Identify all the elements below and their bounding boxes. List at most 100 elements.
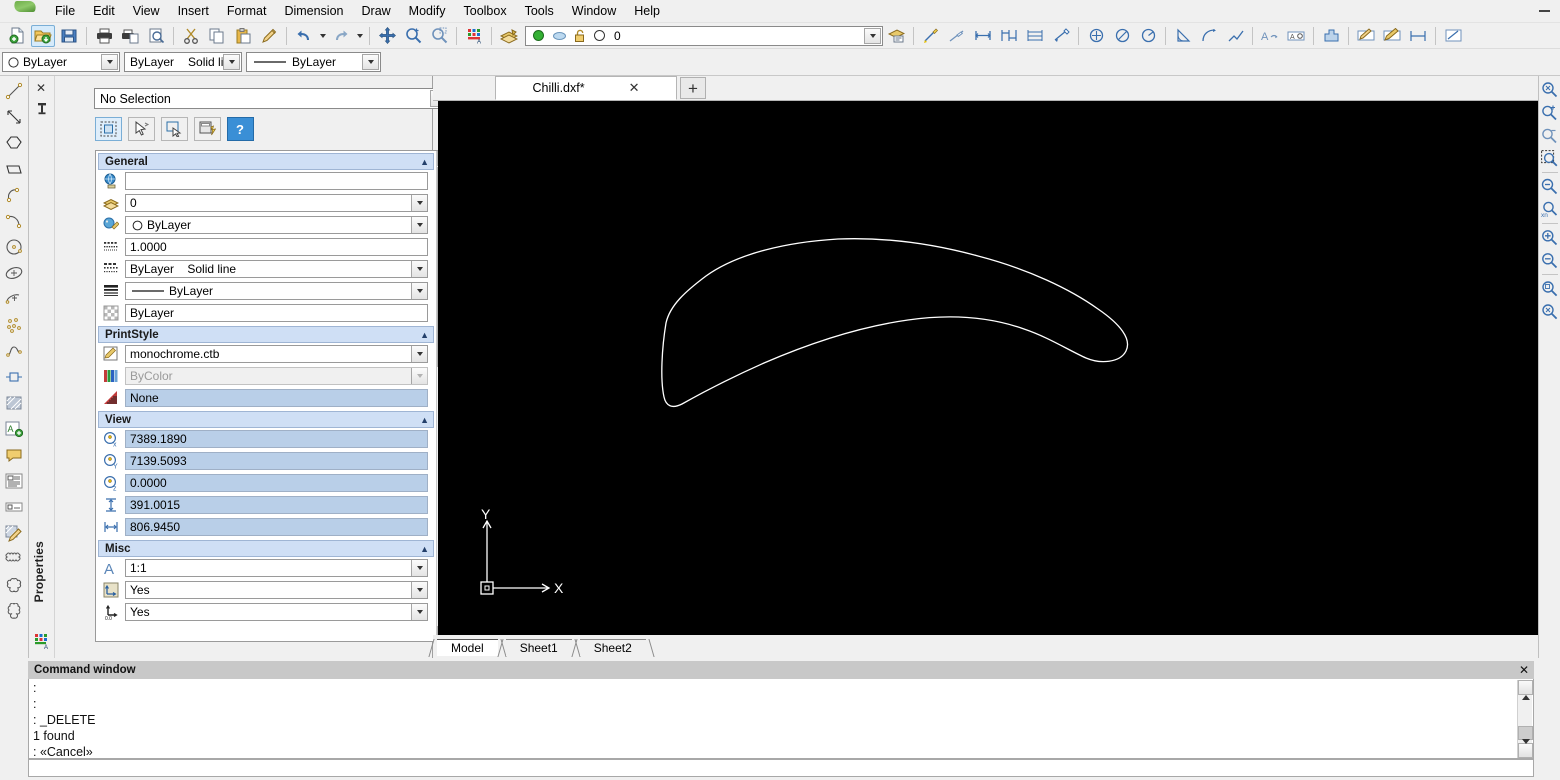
property-combo-arrow[interactable] xyxy=(411,217,427,233)
new-file-icon[interactable] xyxy=(5,25,29,47)
angular-dimension-icon[interactable] xyxy=(1171,25,1195,47)
layer-combo-arrow[interactable] xyxy=(864,27,881,44)
property-section-general[interactable]: General ▲ xyxy=(98,153,434,170)
single-text-tool-icon[interactable] xyxy=(1,494,27,520)
menu-item-edit[interactable]: Edit xyxy=(84,1,124,21)
layer-manager-icon[interactable] xyxy=(497,25,521,47)
color-combo[interactable]: ByLayer xyxy=(2,52,120,72)
property-combo-arrow[interactable] xyxy=(411,582,427,598)
redo-icon[interactable] xyxy=(329,25,353,47)
menu-item-window[interactable]: Window xyxy=(563,1,625,21)
color-combo-arrow[interactable] xyxy=(101,54,118,70)
quick-select-button[interactable] xyxy=(95,117,122,141)
dimension-style-icon[interactable]: A xyxy=(1284,25,1308,47)
diameter-dimension-icon[interactable] xyxy=(1110,25,1134,47)
redo-dropdown-icon[interactable] xyxy=(354,25,365,47)
menu-item-tools[interactable]: Tools xyxy=(516,1,563,21)
match-properties-icon[interactable] xyxy=(257,25,281,47)
property-combo-arrow[interactable] xyxy=(411,261,427,277)
property-section-printstyle[interactable]: PrintStyle ▲ xyxy=(98,326,434,343)
circle-tool-icon[interactable] xyxy=(1,234,27,260)
section-collapse-caret-icon[interactable]: ▲ xyxy=(420,544,429,554)
menu-item-help[interactable]: Help xyxy=(625,1,669,21)
property-value-field[interactable]: 806.9450 xyxy=(125,518,428,536)
section-collapse-caret-icon[interactable]: ▲ xyxy=(420,415,429,425)
undo-icon[interactable] xyxy=(292,25,316,47)
zoom-all-icon[interactable] xyxy=(1539,78,1560,101)
text-style-icon[interactable]: A xyxy=(1258,25,1282,47)
property-combo-arrow[interactable] xyxy=(411,195,427,211)
property-value-field[interactable]: 0.0000 xyxy=(125,474,428,492)
property-value-field[interactable]: Yes xyxy=(125,603,428,621)
layer-previous-icon[interactable] xyxy=(884,25,908,47)
infinite-line-tool-icon[interactable] xyxy=(1,104,27,130)
mtext-tool-icon[interactable] xyxy=(1,468,27,494)
menu-item-draw[interactable]: Draw xyxy=(353,1,400,21)
command-history-scrollbar[interactable] xyxy=(1517,680,1533,758)
command-scroll-down-button[interactable] xyxy=(1518,743,1533,758)
property-combo-arrow[interactable] xyxy=(411,604,427,620)
property-value-field[interactable]: 7139.5093 xyxy=(125,452,428,470)
ordinate-dimension-icon[interactable] xyxy=(1023,25,1047,47)
radius-dimension-icon[interactable] xyxy=(1136,25,1160,47)
zoom-scale-icon[interactable]: xn xyxy=(1539,198,1560,221)
cloud-polygon-tool-icon[interactable] xyxy=(1,572,27,598)
dock-pin-icon[interactable] xyxy=(36,102,48,116)
rectangle-tool-icon[interactable] xyxy=(1,156,27,182)
open-file-icon[interactable] xyxy=(31,24,55,47)
ellipse-arc-tool-icon[interactable] xyxy=(1,286,27,312)
line-tool-icon[interactable] xyxy=(1,78,27,104)
dimension-update-icon[interactable] xyxy=(1406,25,1430,47)
document-tab[interactable]: Chilli.dxf* ✕ xyxy=(495,76,677,100)
arc-length-dimension-icon[interactable] xyxy=(1197,25,1221,47)
dimension-edit-style-icon[interactable] xyxy=(1441,25,1465,47)
arc-start-end-tool-icon[interactable] xyxy=(1,208,27,234)
multileader-tool-icon[interactable] xyxy=(1,442,27,468)
menu-item-dimension[interactable]: Dimension xyxy=(275,1,352,21)
command-window-close-icon[interactable]: ✕ xyxy=(1519,663,1529,677)
section-collapse-caret-icon[interactable]: ▲ xyxy=(420,157,429,167)
property-value-field[interactable]: ByLayer Solid line xyxy=(125,260,428,278)
document-tab-close-icon[interactable]: ✕ xyxy=(629,80,640,96)
pan-icon[interactable] xyxy=(375,25,399,47)
copy-icon[interactable] xyxy=(205,25,229,47)
new-document-tab-button[interactable]: + xyxy=(680,77,706,99)
property-value-field[interactable]: 1:1 xyxy=(125,559,428,577)
selection-combo[interactable]: No Selection xyxy=(94,88,449,109)
zoom-out-icon[interactable] xyxy=(1539,249,1560,272)
zoom-extents-icon[interactable] xyxy=(1539,300,1560,323)
layout-tab-sheet2[interactable]: Sheet2 xyxy=(579,639,646,656)
ellipse-tool-icon[interactable] xyxy=(1,260,27,286)
zoom-window-toolbar-icon[interactable] xyxy=(427,25,451,47)
zoom-realtime-icon[interactable] xyxy=(1539,277,1560,300)
print-icon[interactable] xyxy=(92,25,116,47)
property-value-field[interactable]: 7389.1890 xyxy=(125,430,428,448)
center-mark-icon[interactable] xyxy=(1084,25,1108,47)
linear-dimension-icon[interactable] xyxy=(919,25,943,47)
property-value-field[interactable]: ByColor xyxy=(125,367,428,385)
property-value-field[interactable]: 0 xyxy=(125,194,428,212)
chilli-outline-path[interactable] xyxy=(661,238,1129,408)
print-preview-icon[interactable] xyxy=(144,25,168,47)
edit-hatch-tool-icon[interactable] xyxy=(1,520,27,546)
menu-item-insert[interactable]: Insert xyxy=(169,1,218,21)
print-multiple-icon[interactable] xyxy=(118,25,142,47)
property-combo-arrow[interactable] xyxy=(411,283,427,299)
property-value-field[interactable]: ByLayer xyxy=(125,282,428,300)
property-value-field[interactable]: ByLayer xyxy=(125,216,428,234)
spline-tool-icon[interactable] xyxy=(1,338,27,364)
leader-icon[interactable] xyxy=(1049,25,1073,47)
menu-item-view[interactable]: View xyxy=(124,1,169,21)
command-scroll-thumb[interactable] xyxy=(1518,726,1533,740)
zoom-in-plus-icon[interactable] xyxy=(1539,101,1560,124)
cut-icon[interactable] xyxy=(179,25,203,47)
zoom-in-toolbar-icon[interactable] xyxy=(401,25,425,47)
property-value-field[interactable]: Yes xyxy=(125,581,428,599)
block-insert-tool-icon[interactable] xyxy=(1,364,27,390)
cloud-free-tool-icon[interactable] xyxy=(1,598,27,624)
help-button[interactable]: ? xyxy=(227,117,254,141)
property-value-field[interactable]: 1.0000 xyxy=(125,238,428,256)
layout-tab-model[interactable]: Model xyxy=(437,639,498,656)
drawing-viewport[interactable]: X Y xyxy=(438,101,1538,635)
menu-item-modify[interactable]: Modify xyxy=(400,1,455,21)
